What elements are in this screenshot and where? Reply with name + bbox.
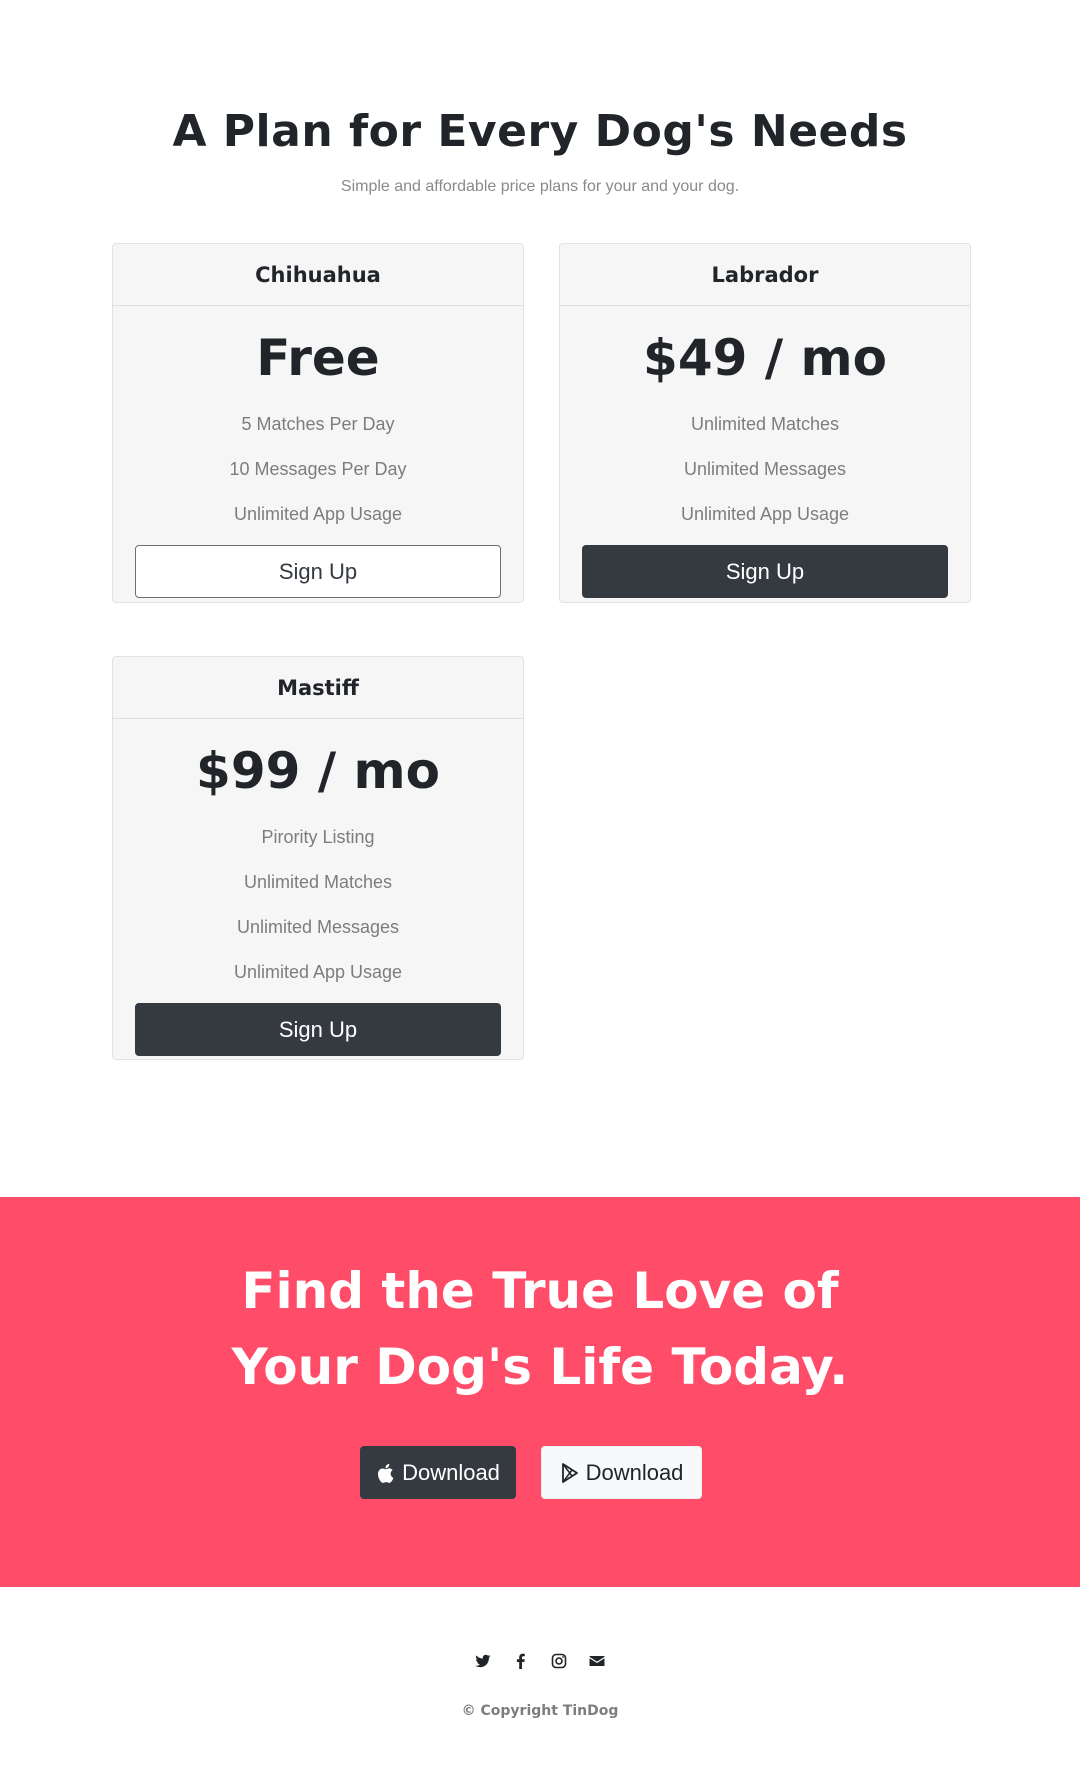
instagram-icon[interactable] — [551, 1653, 567, 1669]
cta-section: Find the True Love of Your Dog's Life To… — [0, 1197, 1080, 1587]
plan-name: Mastiff — [113, 657, 523, 719]
google-play-download-label: Download — [585, 1459, 684, 1485]
plan-feature: Unlimited App Usage — [233, 962, 403, 982]
plan-feature: Pirority Listing — [261, 827, 375, 847]
plan-feature: Unlimited Messages — [236, 917, 400, 937]
pricing-title: A Plan for Every Dog's Needs — [172, 106, 908, 157]
facebook-icon[interactable] — [513, 1653, 529, 1669]
sign-up-button-labrador[interactable]: Sign Up — [582, 545, 948, 598]
plan-name: Chihuahua — [113, 244, 523, 306]
plan-price: $99 / mo — [196, 742, 440, 800]
pricing-subtitle: Simple and affordable price plans for yo… — [340, 178, 740, 195]
pricing-section: A Plan for Every Dog's Needs Simple and … — [0, 0, 1080, 1197]
plan-card-labrador: Labrador $49 / mo Unlimited Matches Unli… — [559, 243, 971, 603]
sign-up-button-chihuahua[interactable]: Sign Up — [135, 545, 501, 598]
plan-feature: 10 Messages Per Day — [229, 459, 407, 479]
plan-price: $49 / mo — [643, 329, 887, 387]
plan-feature: Unlimited App Usage — [680, 504, 850, 524]
apple-icon — [376, 1462, 396, 1484]
google-play-download-button[interactable]: Download — [541, 1446, 702, 1499]
plan-feature: Unlimited App Usage — [233, 504, 403, 524]
plan-feature: Unlimited Matches — [243, 872, 393, 892]
cta-title-line-2: Your Dog's Life Today. — [231, 1338, 849, 1396]
cta-title-line-1: Find the True Love of — [241, 1262, 839, 1320]
sign-up-button-mastiff[interactable]: Sign Up — [135, 1003, 501, 1056]
plan-feature: 5 Matches Per Day — [241, 414, 395, 434]
apple-download-button[interactable]: Download — [360, 1446, 516, 1499]
plan-card-chihuahua: Chihuahua Free 5 Matches Per Day 10 Mess… — [112, 243, 524, 603]
copyright-text: © Copyright TinDog — [461, 1703, 619, 1719]
plan-feature: Unlimited Messages — [683, 459, 847, 479]
plan-card-mastiff: Mastiff $99 / mo Pirority Listing Unlimi… — [112, 656, 524, 1060]
social-links — [0, 1653, 1080, 1669]
plan-name: Labrador — [560, 244, 970, 306]
plan-price: Free — [256, 329, 380, 387]
footer: © Copyright TinDog — [0, 1587, 1080, 1791]
apple-download-label: Download — [402, 1459, 500, 1485]
plan-feature: Unlimited Matches — [690, 414, 840, 434]
google-play-icon — [560, 1462, 580, 1484]
cta-title: Find the True Love of Your Dog's Life To… — [0, 1253, 1080, 1405]
twitter-icon[interactable] — [475, 1653, 491, 1669]
envelope-icon[interactable] — [589, 1653, 605, 1669]
